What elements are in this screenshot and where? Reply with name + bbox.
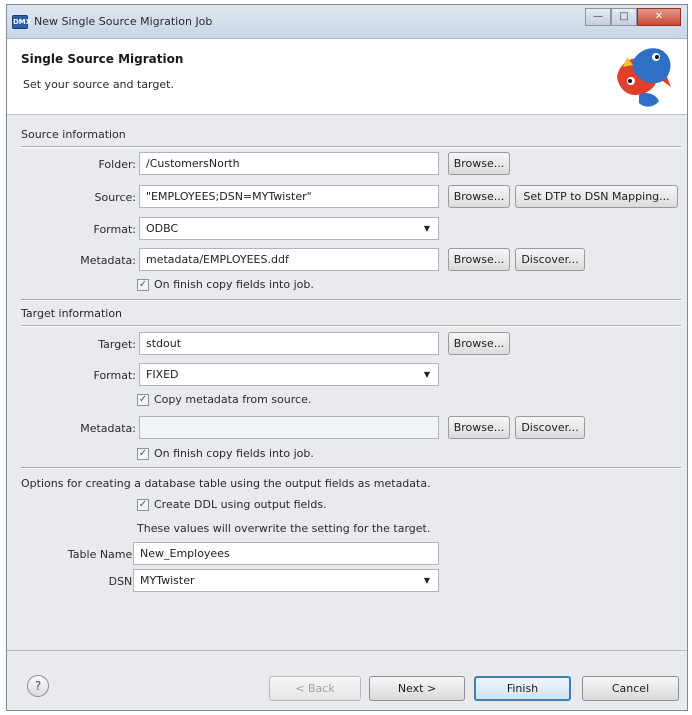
- cancel-button[interactable]: Cancel: [582, 676, 679, 701]
- window-controls: — □ ✕: [585, 8, 681, 26]
- source-copy-fields-checkbox[interactable]: ✓ On finish copy fields into job.: [137, 278, 314, 291]
- copy-metadata-checkbox[interactable]: ✓ Copy metadata from source.: [137, 393, 311, 406]
- title-bar[interactable]: DMX New Single Source Migration Job — □ …: [7, 5, 687, 39]
- source-label: Source:: [94, 191, 137, 204]
- copy-metadata-label: Copy metadata from source.: [154, 393, 312, 406]
- close-button[interactable]: ✕: [637, 8, 681, 26]
- next-button[interactable]: Next >: [369, 676, 465, 701]
- table-name-label: Table Name:: [67, 548, 136, 561]
- target-label: Target:: [98, 338, 136, 351]
- create-ddl-checkbox[interactable]: ✓ Create DDL using output fields.: [137, 498, 327, 511]
- maximize-button[interactable]: □: [611, 8, 637, 26]
- target-field[interactable]: stdout: [139, 332, 439, 355]
- banner-subtitle: Set your source and target.: [23, 78, 174, 91]
- minimize-button[interactable]: —: [585, 8, 611, 26]
- window-title: New Single Source Migration Job: [34, 15, 213, 28]
- target-copy-fields-checkbox[interactable]: ✓ On finish copy fields into job.: [137, 447, 314, 460]
- dsn-label: DSN:: [108, 575, 136, 588]
- checkbox-checked-icon: ✓: [137, 393, 149, 406]
- db-options-separator: [21, 467, 681, 469]
- folder-browse-button[interactable]: Browse...: [448, 152, 510, 175]
- chevron-down-icon: ▼: [423, 224, 430, 233]
- source-format-select[interactable]: ODBC ▼: [139, 217, 439, 240]
- banner-title: Single Source Migration: [21, 52, 184, 66]
- app-icon: DMX: [12, 15, 31, 29]
- source-metadata-browse-button[interactable]: Browse...: [448, 248, 510, 271]
- target-discover-button[interactable]: Discover...: [515, 416, 585, 439]
- create-ddl-label: Create DDL using output fields.: [154, 498, 327, 511]
- wizard-footer: ? < Back Next > Finish Cancel: [7, 650, 687, 710]
- folder-label: Folder:: [98, 158, 136, 171]
- target-format-select[interactable]: FIXED ▼: [139, 363, 439, 386]
- overwrite-note: These values will overwrite the setting …: [137, 522, 431, 535]
- target-separator: [21, 325, 681, 327]
- source-field[interactable]: "EMPLOYEES;DSN=MYTwister": [139, 185, 439, 208]
- checkbox-checked-icon: ✓: [137, 447, 149, 460]
- source-format-value: ODBC: [146, 222, 179, 235]
- finish-button[interactable]: Finish: [474, 676, 571, 701]
- source-metadata-field[interactable]: metadata/EMPLOYEES.ddf: [139, 248, 439, 271]
- source-metadata-label: Metadata:: [80, 254, 136, 267]
- source-discover-button[interactable]: Discover...: [515, 248, 585, 271]
- target-section-heading: Target information: [21, 307, 123, 320]
- dsn-value: MYTwister: [140, 574, 195, 587]
- target-browse-button[interactable]: Browse...: [448, 332, 510, 355]
- source-copy-fields-label: On finish copy fields into job.: [154, 278, 314, 291]
- back-button[interactable]: < Back: [269, 676, 361, 701]
- target-metadata-browse-button[interactable]: Browse...: [448, 416, 510, 439]
- set-dtp-dsn-mapping-button[interactable]: Set DTP to DSN Mapping...: [515, 185, 678, 208]
- db-options-heading: Options for creating a database table us…: [21, 477, 431, 490]
- source-section-heading: Source information: [21, 128, 126, 141]
- wizard-banner: Single Source Migration Set your source …: [7, 39, 687, 115]
- chevron-down-icon: ▼: [423, 370, 430, 379]
- checkbox-checked-icon: ✓: [137, 278, 149, 291]
- target-format-value: FIXED: [146, 368, 179, 381]
- help-icon[interactable]: ?: [27, 675, 49, 697]
- target-metadata-field[interactable]: [139, 416, 439, 439]
- source-browse-button[interactable]: Browse...: [448, 185, 510, 208]
- target-metadata-label: Metadata:: [80, 422, 136, 435]
- source-format-label: Format:: [93, 223, 136, 236]
- target-top-separator: [21, 299, 681, 301]
- checkbox-checked-icon: ✓: [137, 498, 149, 511]
- target-format-label: Format:: [93, 369, 136, 382]
- folder-field[interactable]: /CustomersNorth: [139, 152, 439, 175]
- chevron-down-icon: ▼: [423, 576, 430, 585]
- target-copy-fields-label: On finish copy fields into job.: [154, 447, 314, 460]
- table-name-field[interactable]: New_Employees: [133, 542, 439, 565]
- dsn-select[interactable]: MYTwister ▼: [133, 569, 439, 592]
- fish-logo-icon: [617, 48, 671, 107]
- wizard-content: Source information Folder: /CustomersNor…: [7, 116, 687, 650]
- dialog-window: DMX New Single Source Migration Job — □ …: [6, 4, 688, 711]
- source-separator: [21, 146, 681, 148]
